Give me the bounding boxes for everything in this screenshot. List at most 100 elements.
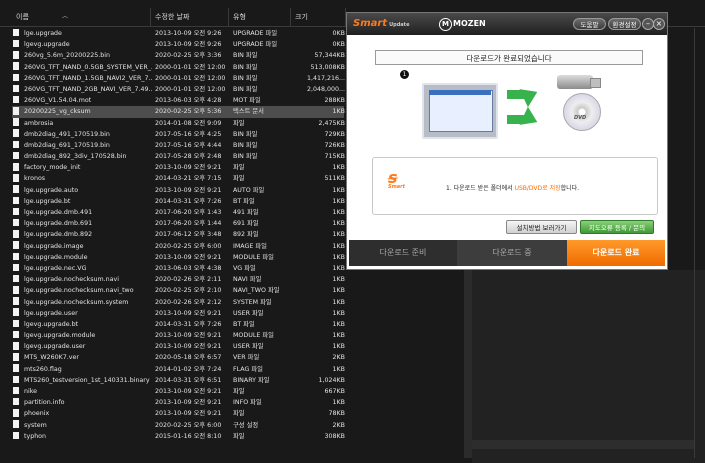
file-icon-glyph xyxy=(13,330,19,339)
dvd-label: DVD xyxy=(574,115,587,121)
file-row[interactable]: MTS_W260K7.ver 2020-05-18 오후 6:57 VER 파일 2K… xyxy=(12,352,345,363)
mozen-text: MOZEN xyxy=(453,19,486,28)
help-button[interactable]: 도움말 xyxy=(573,18,606,30)
file-row[interactable]: nike 2013-10-09 오전 9:21 파일 667KB xyxy=(12,386,345,397)
file-type: NAVI 파일 xyxy=(233,276,262,284)
file-date: 2017-05-28 오후 2:48 xyxy=(155,153,222,161)
mozen-initial: M xyxy=(439,18,452,31)
file-type: NAVI_TWO 파일 xyxy=(233,287,280,295)
file-date: 2013-10-09 오전 9:21 xyxy=(155,164,222,172)
close-icon[interactable]: × xyxy=(653,18,665,30)
file-date: 2013-06-03 오후 4:38 xyxy=(155,264,222,272)
file-name: lge.upgrade.nochecksum.navi xyxy=(24,276,119,284)
file-row[interactable]: 260vg_5.6m_20200225.bin 2020-02-25 오후 3:3… xyxy=(12,50,345,61)
file-name: lgevg.upgrade.user xyxy=(24,343,86,351)
file-row[interactable]: lge.upgrade.user 2013-10-09 오전 9:21 USER 파… xyxy=(12,308,345,319)
column-header-type[interactable]: 유형 xyxy=(233,8,246,28)
file-date: 2013-06-03 오후 4:28 xyxy=(155,97,222,105)
map-error-report-button[interactable]: 지도오류 등록 / 문의 xyxy=(580,220,654,234)
file-icon-glyph xyxy=(13,397,19,406)
file-row[interactable]: 260VG_V1.54.04.mot 2013-06-03 오후 4:28 MOT … xyxy=(12,95,345,106)
column-header-size[interactable]: 크기 xyxy=(295,8,308,28)
file-row[interactable]: lge.upgrade.dmb.491 2017-06-20 오후 1:43 491… xyxy=(12,207,345,218)
file-name: mts260.flag xyxy=(24,365,62,373)
file-row[interactable]: lge.upgrade.bt 2014-03-31 오후 7:26 BT 파일 1KB xyxy=(12,196,345,207)
file-name: system xyxy=(24,421,47,429)
file-size: 729KB xyxy=(324,130,345,138)
file-size: 0KB xyxy=(332,30,345,37)
file-row[interactable]: lge.upgrade.nochecksum.navi 2020-02-26 오후… xyxy=(12,274,345,285)
file-icon xyxy=(13,62,20,73)
file-row[interactable]: typhon 2015-01-16 오전 8:10 파일 308KB xyxy=(12,431,345,442)
file-type: 구성 설정 xyxy=(233,421,259,429)
file-row[interactable]: lgevg.upgrade 2013-10-09 오전 9:26 UPGRADE 파… xyxy=(12,39,345,50)
file-row[interactable]: lge.upgrade.auto 2013-10-09 오전 9:21 AUTO 파… xyxy=(12,185,345,196)
file-icon xyxy=(13,252,20,263)
file-icon xyxy=(13,118,20,129)
file-date: 2015-01-16 오전 8:10 xyxy=(155,432,222,440)
file-row[interactable]: lge.upgrade.dmb.892 2017-06-12 오후 3:48 892… xyxy=(12,229,345,240)
file-size: 2,475KB xyxy=(318,119,345,127)
horizontal-scrollbar[interactable] xyxy=(472,440,694,449)
file-icon xyxy=(13,319,20,330)
file-type: UPGRADE 파일 xyxy=(233,41,278,49)
file-row[interactable]: lge.upgrade 2013-10-09 오전 9:26 UPGRADE 파일 0… xyxy=(12,28,345,39)
file-row[interactable]: 260VG_TFT_NAND_2GB_NAVI_VER_7.49... 2000-… xyxy=(12,84,345,95)
file-row[interactable]: kronos 2014-03-21 오후 7:15 파일 511KB xyxy=(12,173,345,184)
file-row[interactable]: lge.upgrade.module 2013-10-09 오전 9:21 MODU… xyxy=(12,252,345,263)
monitor-screen xyxy=(429,90,493,132)
file-row[interactable]: mts260.flag 2014-01-02 오후 7:24 FLAG 파일 1KB xyxy=(12,364,345,375)
file-row[interactable]: factory_mode_init 2013-10-09 오전 9:21 파일 1KB xyxy=(12,162,345,173)
file-size: 667KB xyxy=(324,388,345,395)
file-type: AUTO 파일 xyxy=(233,186,265,194)
file-icon-glyph xyxy=(13,342,19,350)
file-row[interactable]: dmb2diag_491_170519.bin 2017-05-16 오후 4:2… xyxy=(12,129,345,140)
file-name: lge.upgrade.dmb.491 xyxy=(24,209,93,216)
settings-button[interactable]: 환경설정 xyxy=(608,18,641,30)
file-row[interactable]: 20200225_vg_cksum 2020-02-25 오후 5:36 텍스트 문… xyxy=(12,106,345,118)
progress-steps: 다운로드 준비 다운로드 중 다운로드 완료 xyxy=(349,240,665,266)
column-header-name[interactable]: 이름 xyxy=(16,8,29,28)
file-icon xyxy=(13,84,20,95)
file-date: 2017-06-20 오후 1:43 xyxy=(155,209,222,216)
file-name: lge.upgrade xyxy=(24,30,62,37)
file-row[interactable]: lge.upgrade.nochecksum.navi_two 2020-02-2… xyxy=(12,285,345,296)
file-row[interactable]: lge.upgrade.nochecksum.system 2020-02-26 … xyxy=(12,297,345,308)
file-row[interactable]: system 2020-02-25 오후 6:00 구성 설정 2KB xyxy=(12,420,345,431)
arrow-head-usb-icon xyxy=(519,82,542,108)
file-row[interactable]: lge.upgrade.image 2020-02-25 오후 6:00 IMAGE… xyxy=(12,241,345,252)
file-row[interactable]: lge.upgrade.nec.VG 2013-06-03 오후 4:38 VG 파… xyxy=(12,263,345,274)
file-row[interactable]: phoenix 2013-10-09 오전 9:21 파일 78KB xyxy=(12,408,345,419)
file-icon-glyph xyxy=(13,274,19,283)
file-date: 2014-03-21 오후 7:15 xyxy=(155,175,222,183)
file-row[interactable]: MTS260_testversion_1st_140331.binary 2014… xyxy=(12,375,345,386)
instruction-text-suffix: 합니다. xyxy=(560,185,580,192)
file-row[interactable]: 260VG_TFT_NAND_1.5GB_NAVI2_VER_7... 2000-… xyxy=(12,73,345,84)
file-row[interactable]: lgevg.upgrade.bt 2014-03-31 오후 7:26 BT 파일 1… xyxy=(12,319,345,330)
file-row[interactable]: lgevg.upgrade.user 2013-10-09 오전 9:21 USER… xyxy=(12,341,345,352)
file-date: 2020-02-25 오후 6:00 xyxy=(155,421,222,429)
column-header-date[interactable]: 수정한 날짜 xyxy=(155,8,189,28)
file-row[interactable]: 260VG_TFT_NAND_0.5GB_SYSTEM_VER_... 2000-… xyxy=(12,62,345,73)
file-type: 파일 xyxy=(233,175,245,183)
column-separator xyxy=(228,8,229,27)
file-row[interactable]: ambrosia 2014-01-08 오전 9:09 파일 2,475KB xyxy=(12,118,345,129)
file-row[interactable]: dmb2diag_892_3div_170528.bin 2017-05-28 오… xyxy=(12,151,345,162)
completion-message: 다운로드가 완료되었습니다 xyxy=(375,50,643,65)
app-title-bar[interactable]: Smart Update M MOZEN 도움말 환경설정 – × xyxy=(347,13,667,35)
file-row[interactable]: partition.info 2013-10-09 오전 9:21 INFO 파일 1… xyxy=(12,397,345,408)
file-type: IMAGE 파일 xyxy=(233,242,267,250)
file-name: lge.upgrade.nochecksum.system xyxy=(24,298,129,306)
file-row[interactable]: lgevg.upgrade.module 2013-10-09 오전 9:21 MO… xyxy=(12,330,345,341)
install-guide-button[interactable]: 설치방법 보러가기 xyxy=(506,220,577,234)
file-icon xyxy=(13,218,20,229)
file-icon-glyph xyxy=(13,286,19,294)
file-type: VER 파일 xyxy=(233,354,260,362)
file-date: 2014-03-31 오후 6:51 xyxy=(155,376,222,384)
file-icon-glyph xyxy=(13,129,19,137)
file-row[interactable]: dmb2diag_691_170519.bin 2017-05-16 오후 4:4… xyxy=(12,140,345,151)
file-name: dmb2diag_691_170519.bin xyxy=(24,141,110,149)
sort-ascending-icon: ︿ xyxy=(62,13,69,20)
file-size: 1KB xyxy=(332,108,345,116)
file-row[interactable]: lge.upgrade.dmb.691 2017-06-20 오후 1:44 691… xyxy=(12,218,345,229)
